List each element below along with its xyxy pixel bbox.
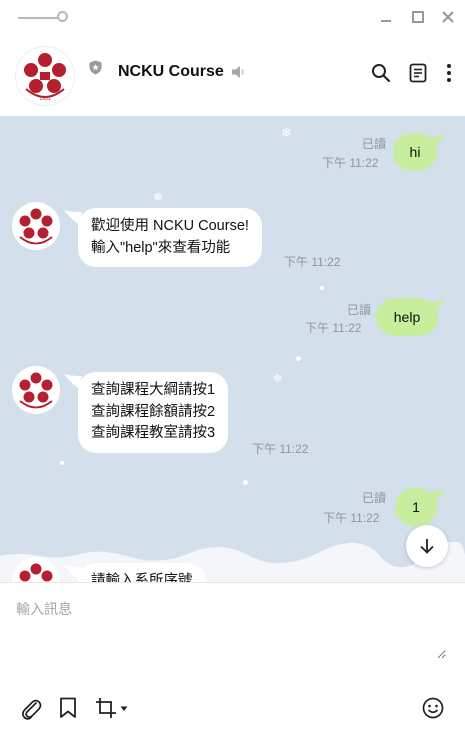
bookmark-icon[interactable] [58, 697, 78, 719]
sender-avatar[interactable] [12, 366, 60, 414]
message-text: hi [409, 144, 421, 160]
scroll-to-bottom-button[interactable] [406, 525, 448, 567]
message-line: 輸入"help"來查看功能 [91, 239, 231, 256]
incoming-message-bubble[interactable]: 歡迎使用 NCKU Course! 輸入"help"來查看功能 [78, 208, 262, 267]
message-time: 下午 11:22 [284, 255, 341, 269]
incoming-message-bubble[interactable]: 查詢課程大綱請按1 查詢課程餘額請按2 查詢課程教室請按3 [78, 372, 229, 453]
message-time: 下午 11:22 [323, 511, 380, 525]
snowflake-decoration: ❄ [273, 372, 283, 385]
title-bar [0, 0, 465, 36]
bubble-tail [430, 489, 446, 503]
search-icon[interactable] [371, 63, 391, 83]
logo-year: 1931 [39, 96, 50, 102]
snowflake-decoration: ❄ [153, 190, 164, 204]
message-line: 查詢課程大綱請按1 [91, 382, 216, 398]
close-icon[interactable] [440, 9, 456, 25]
paperclip-icon[interactable] [20, 697, 42, 721]
snowflake-decoration [296, 356, 301, 361]
mute-speaker-icon [232, 66, 244, 78]
ncku-logo [13, 203, 59, 249]
chevron-down-icon[interactable] [120, 706, 128, 712]
message-time: 下午 11:22 [252, 442, 309, 456]
message-line: 歡迎使用 NCKU Course! [91, 218, 249, 234]
message-line: 請輸入系所序號 [91, 573, 193, 582]
opacity-slider-handle[interactable] [57, 11, 68, 22]
arrow-down-icon [420, 539, 434, 554]
message-line: 查詢課程餘額請按2 [91, 403, 216, 420]
message-text: 1 [412, 499, 420, 515]
chat-header: 1931 NCKU Course [0, 36, 465, 116]
minimize-icon[interactable] [378, 9, 394, 25]
crop-screenshot-icon[interactable] [95, 697, 117, 719]
maximize-icon[interactable] [410, 9, 426, 25]
ncku-logo: 1931 [18, 49, 72, 103]
chat-title: NCKU Course [118, 63, 224, 80]
ncku-logo [13, 367, 59, 413]
snowflake-decoration [60, 461, 64, 465]
read-receipt: 已讀 [346, 303, 371, 317]
notes-icon[interactable] [408, 63, 428, 83]
more-options-icon[interactable] [443, 63, 455, 83]
chat-area[interactable]: ❄ ❄ ❄ 已讀 下午 11:22 hi 歡迎使用 NCKU Course! 輸… [0, 116, 465, 582]
incoming-message-bubble[interactable]: 請輸入系所序號 [78, 563, 206, 582]
message-time: 下午 11:22 [305, 321, 362, 335]
snowflake-decoration: ❄ [281, 126, 292, 141]
chat-avatar[interactable]: 1931 [15, 46, 75, 106]
emoji-icon[interactable] [422, 697, 444, 719]
bubble-tail [430, 299, 446, 313]
message-text: help [393, 309, 421, 325]
message-input[interactable] [16, 599, 446, 659]
message-line: 查詢課程教室請按3 [91, 425, 216, 441]
read-receipt: 已讀 [361, 491, 386, 505]
snowflake-decoration [320, 286, 324, 290]
sender-avatar[interactable] [12, 202, 60, 250]
read-receipt: 已讀 [361, 137, 386, 151]
outgoing-message-bubble[interactable]: help [376, 298, 438, 336]
opacity-slider-track[interactable] [18, 17, 60, 19]
message-time: 下午 11:22 [322, 156, 379, 170]
shield-icon [89, 60, 102, 75]
message-composer [0, 582, 465, 733]
bubble-tail [430, 134, 446, 148]
snowflake-decoration [243, 480, 248, 485]
